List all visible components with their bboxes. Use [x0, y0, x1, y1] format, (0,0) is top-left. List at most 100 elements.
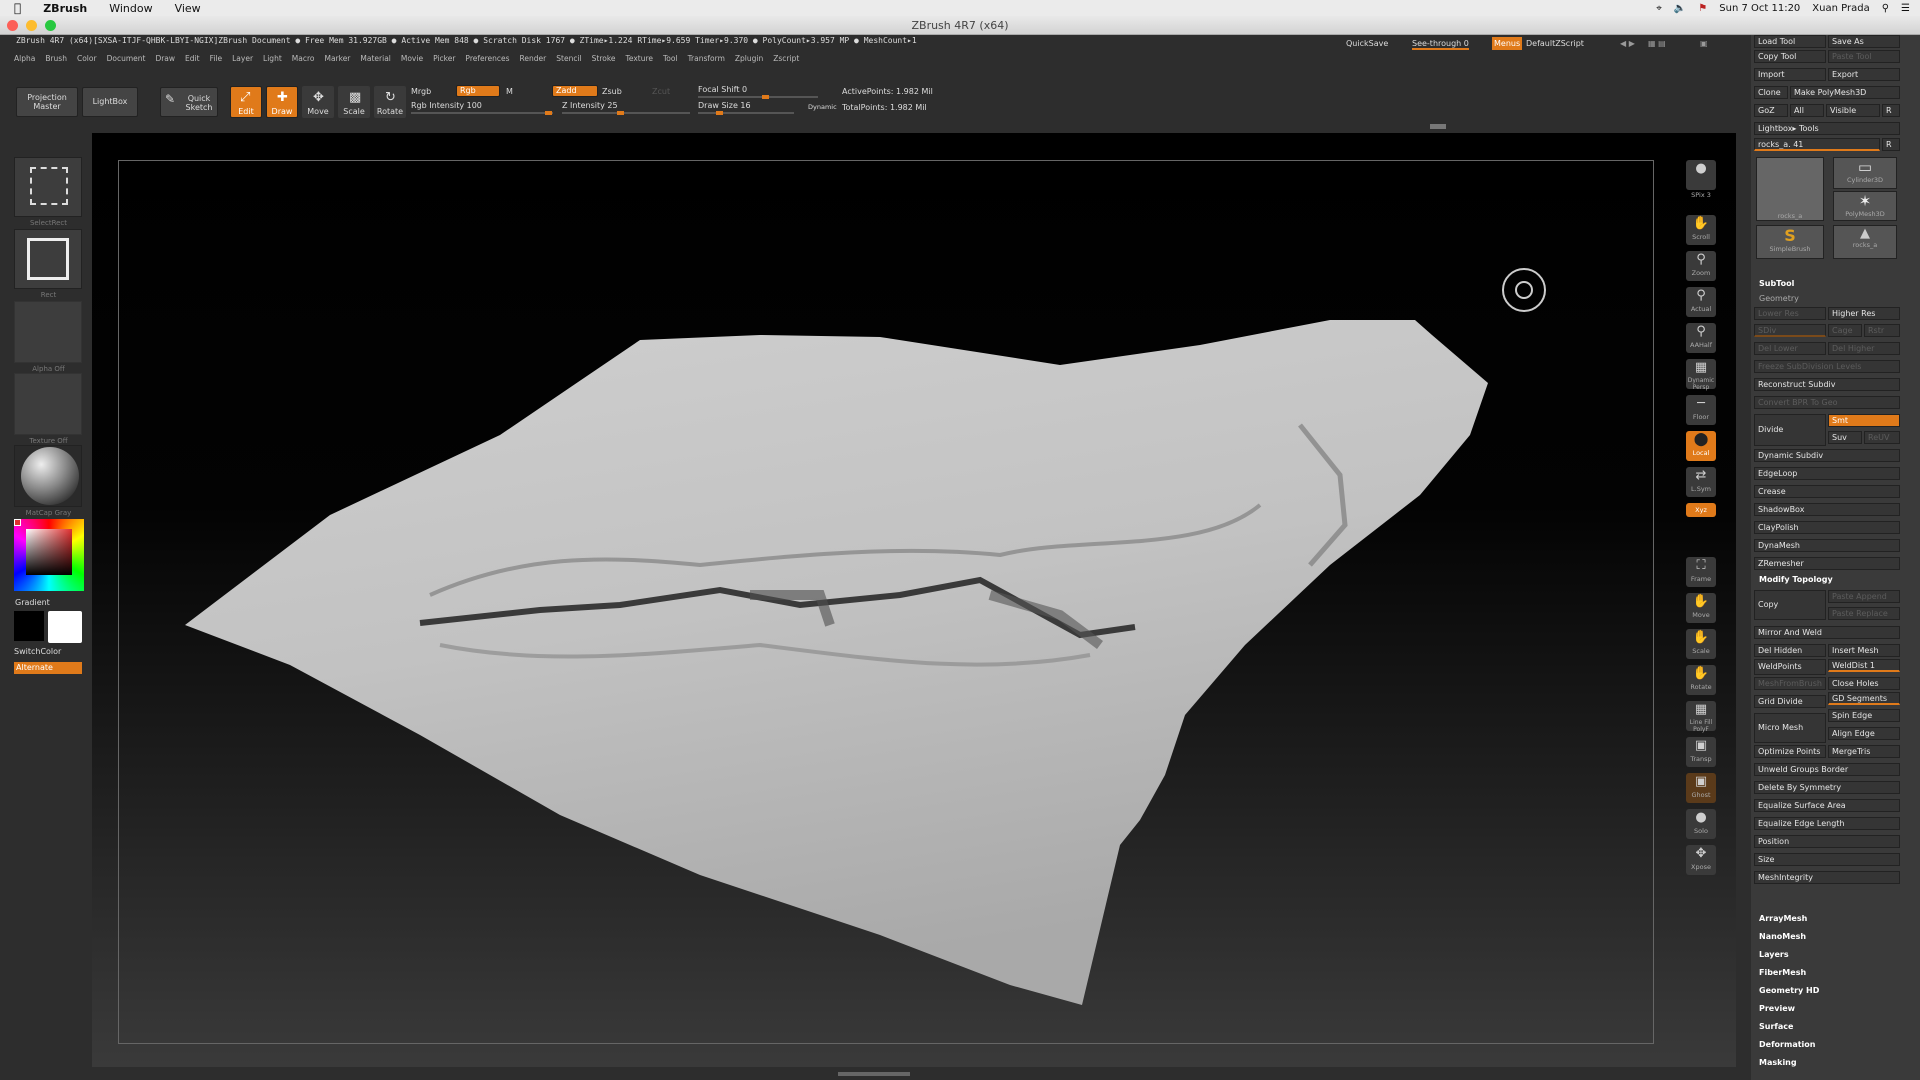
canvas-scroll-handle[interactable] — [1430, 124, 1446, 129]
unweld-groups-button[interactable]: Unweld Groups Border — [1754, 763, 1900, 776]
xpose-button[interactable]: ✥ Xpose — [1686, 845, 1716, 875]
align-edge-button[interactable]: Align Edge — [1828, 727, 1900, 740]
shadowbox-button[interactable]: ShadowBox — [1754, 503, 1900, 516]
rock-mesh-model[interactable] — [0, 35, 1920, 1080]
delete-by-symmetry-button[interactable]: Delete By Symmetry — [1754, 781, 1900, 794]
zoom-button[interactable]: ⚲ Zoom — [1686, 251, 1716, 281]
equalize-edge-button[interactable]: Equalize Edge Length — [1754, 817, 1900, 830]
flag-icon[interactable]: ⚑ — [1698, 3, 1707, 14]
modify-topology-section[interactable]: Modify Topology — [1759, 575, 1833, 584]
cage-button[interactable]: Cage — [1828, 324, 1862, 337]
divide-button[interactable]: Divide — [1754, 414, 1826, 446]
del-lower-button[interactable]: Del Lower — [1754, 342, 1826, 355]
geometry-section[interactable]: Geometry — [1759, 294, 1799, 303]
dynamesh-button[interactable]: DynaMesh — [1754, 539, 1900, 552]
tool-thumb-cylinder[interactable]: ▭ Cylinder3D — [1833, 157, 1897, 189]
copy-button[interactable]: Copy — [1754, 590, 1826, 620]
gd-segments-slider[interactable]: GD Segments — [1828, 692, 1900, 705]
spix-slider[interactable]: SPix 3 — [1686, 191, 1716, 205]
nanomesh-section[interactable]: NanoMesh — [1759, 932, 1806, 941]
transp-button[interactable]: ▣ Transp — [1686, 737, 1716, 767]
optimize-points-button[interactable]: Optimize Points — [1754, 745, 1826, 758]
frame-button[interactable]: ⛶ Frame — [1686, 557, 1716, 587]
sdiv-slider[interactable]: SDiv — [1754, 324, 1826, 337]
minimize-window-button[interactable] — [26, 20, 37, 31]
polyf-button[interactable]: ▦ Line Fill PolyF — [1686, 701, 1716, 733]
wifi-icon[interactable]: ⌖ — [1656, 3, 1662, 14]
local-button[interactable]: ⬤ Local — [1686, 431, 1716, 461]
meshfrombrush-button[interactable]: MeshFromBrush — [1754, 677, 1826, 690]
tool-thumb-polymesh[interactable]: ✶ PolyMesh3D — [1833, 191, 1897, 221]
subtool-section[interactable]: SubTool — [1759, 279, 1794, 288]
xyz-button[interactable]: Xyz — [1686, 503, 1716, 517]
dynamic-subdiv-button[interactable]: Dynamic Subdiv — [1754, 449, 1900, 462]
zoom-window-button[interactable] — [45, 20, 56, 31]
make-polymesh-button[interactable]: Make PolyMesh3D — [1790, 86, 1900, 99]
tool-r-button[interactable]: R — [1882, 138, 1900, 151]
ghost-button[interactable]: ▣ Ghost — [1686, 773, 1716, 803]
lsym-button[interactable]: ⇄ L.Sym — [1686, 467, 1716, 497]
scroll-button[interactable]: ✋ Scroll — [1686, 215, 1716, 245]
copy-tool-button[interactable]: Copy Tool — [1754, 50, 1826, 63]
close-window-button[interactable] — [7, 20, 18, 31]
view-menu[interactable]: View — [175, 2, 201, 15]
rotate-view-button[interactable]: ✋ Rotate — [1686, 665, 1716, 695]
tool-thumb-rocks[interactable]: rocks_a — [1756, 157, 1824, 221]
reuv-button[interactable]: ReUV — [1864, 431, 1900, 444]
goz-visible-button[interactable]: Visible — [1826, 104, 1880, 117]
lightbox-tools-button[interactable]: Lightbox▸ Tools — [1754, 122, 1900, 135]
deformation-section[interactable]: Deformation — [1759, 1040, 1815, 1049]
convert-bpr-button[interactable]: Convert BPR To Geo — [1754, 396, 1900, 409]
app-menu[interactable]: ZBrush — [43, 2, 87, 15]
paste-append-button[interactable]: Paste Append — [1828, 590, 1900, 603]
masking-section[interactable]: Masking — [1759, 1058, 1797, 1067]
preview-section[interactable]: Preview — [1759, 1004, 1795, 1013]
goz-button[interactable]: GoZ — [1754, 104, 1788, 117]
spin-edge-button[interactable]: Spin Edge — [1828, 709, 1900, 722]
del-higher-button[interactable]: Del Higher — [1828, 342, 1900, 355]
grid-divide-button[interactable]: Grid Divide — [1754, 695, 1826, 708]
position-section[interactable]: Position — [1754, 835, 1900, 848]
surface-section[interactable]: Surface — [1759, 1022, 1793, 1031]
geometry-hd-section[interactable]: Geometry HD — [1759, 986, 1819, 995]
aahalf-button[interactable]: ⚲ AAHalf — [1686, 323, 1716, 353]
arraymesh-section[interactable]: ArrayMesh — [1759, 914, 1807, 923]
clone-button[interactable]: Clone — [1754, 86, 1788, 99]
mergetris-button[interactable]: MergeTris — [1828, 745, 1900, 758]
zremesher-button[interactable]: ZRemesher — [1754, 557, 1900, 570]
actual-button[interactable]: ⚲ Actual — [1686, 287, 1716, 317]
fibermesh-section[interactable]: FiberMesh — [1759, 968, 1806, 977]
reconstruct-subdiv-button[interactable]: Reconstruct Subdiv — [1754, 378, 1900, 391]
size-section[interactable]: Size — [1754, 853, 1900, 866]
mirror-weld-button[interactable]: Mirror And Weld — [1754, 626, 1900, 639]
bottom-tray-handle[interactable] — [838, 1072, 910, 1076]
layers-section[interactable]: Layers — [1759, 950, 1789, 959]
lower-res-button[interactable]: Lower Res — [1754, 307, 1826, 320]
edgeloop-button[interactable]: EdgeLoop — [1754, 467, 1900, 480]
apple-icon[interactable]:  — [14, 1, 21, 15]
clock-text[interactable]: Sun 7 Oct 11:20 — [1719, 3, 1800, 14]
scale-view-button[interactable]: ✋ Scale — [1686, 629, 1716, 659]
weldpoints-button[interactable]: WeldPoints — [1754, 659, 1826, 675]
welddist-slider[interactable]: WeldDist 1 — [1828, 659, 1900, 672]
crease-button[interactable]: Crease — [1754, 485, 1900, 498]
paste-replace-button[interactable]: Paste Replace — [1828, 607, 1900, 620]
claypolish-button[interactable]: ClayPolish — [1754, 521, 1900, 534]
import-button[interactable]: Import — [1754, 68, 1826, 81]
user-name[interactable]: Xuan Prada — [1812, 3, 1869, 14]
floor-button[interactable]: ─ Floor — [1686, 395, 1716, 425]
meshintegrity-section[interactable]: MeshIntegrity — [1754, 871, 1900, 884]
window-menu[interactable]: Window — [109, 2, 152, 15]
insert-mesh-button[interactable]: Insert Mesh — [1828, 644, 1900, 657]
load-tool-button[interactable]: Load Tool — [1754, 35, 1826, 48]
paste-tool-button[interactable]: Paste Tool — [1828, 50, 1900, 63]
move-view-button[interactable]: ✋ Move — [1686, 593, 1716, 623]
bpr-button[interactable]: ● — [1686, 160, 1716, 190]
micro-mesh-button[interactable]: Micro Mesh — [1754, 713, 1826, 743]
tool-name-slider[interactable]: rocks_a. 41 — [1754, 138, 1880, 151]
rstr-button[interactable]: Rstr — [1864, 324, 1900, 337]
freeze-subdiv-button[interactable]: Freeze SubDivision Levels — [1754, 360, 1900, 373]
del-hidden-button[interactable]: Del Hidden — [1754, 644, 1826, 657]
smt-toggle[interactable]: Smt — [1828, 414, 1900, 427]
search-icon[interactable]: ⚲ — [1882, 3, 1889, 14]
